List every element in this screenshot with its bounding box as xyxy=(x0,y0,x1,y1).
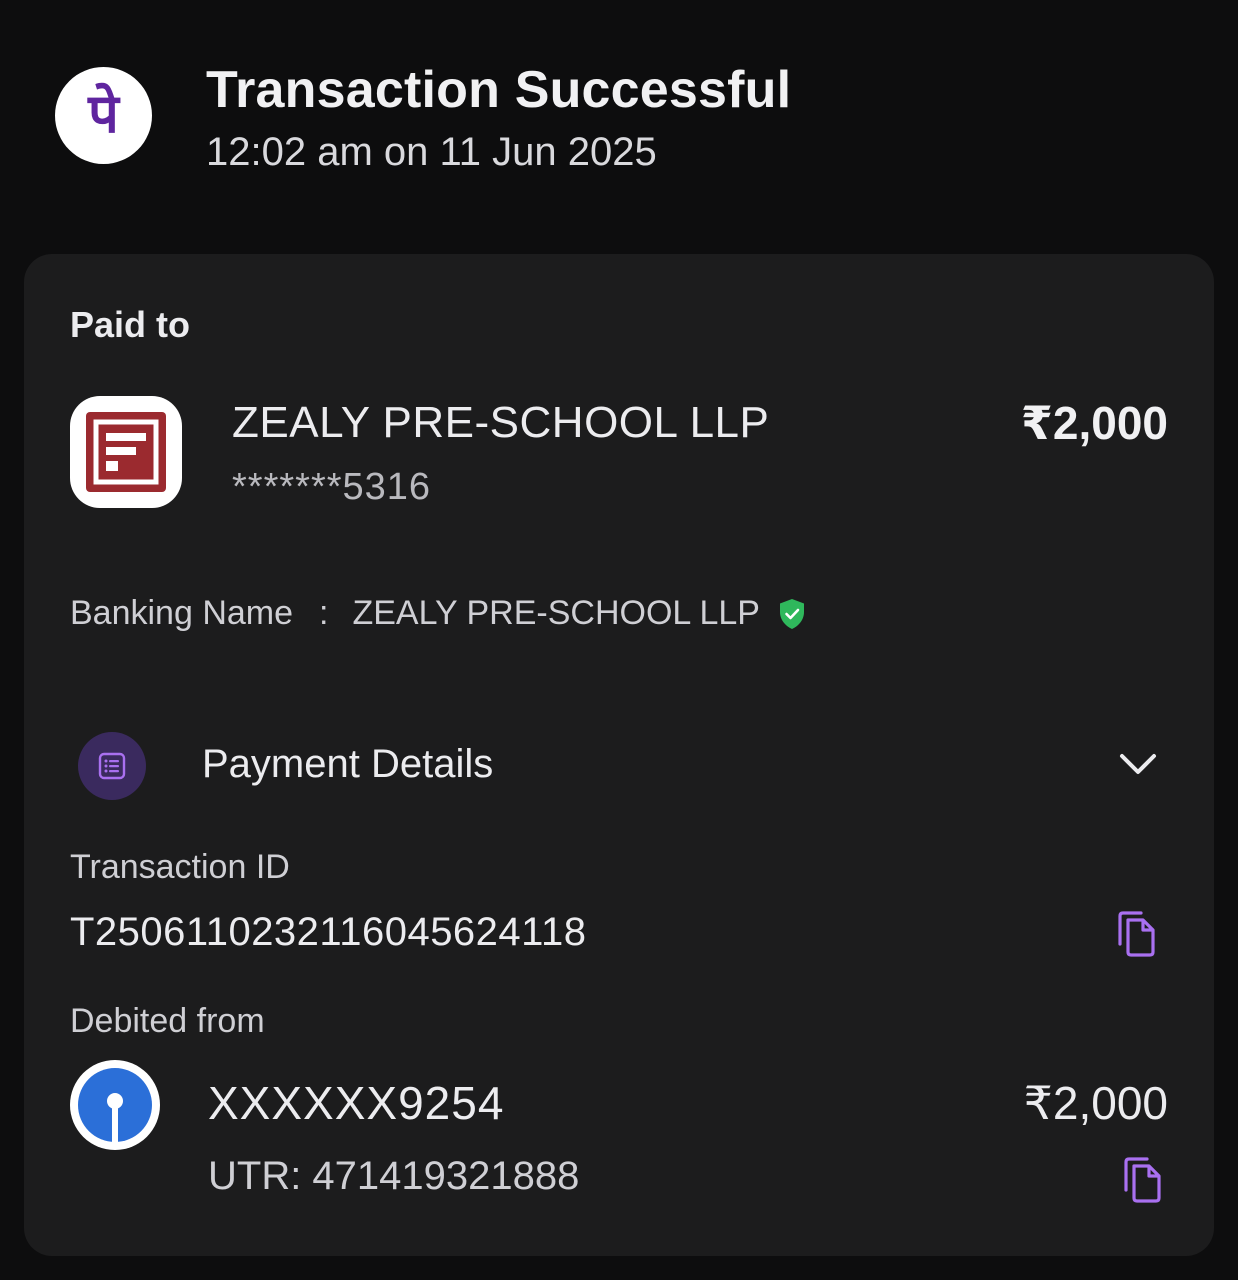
debit-account-number: XXXXXX9254 xyxy=(208,1077,505,1129)
chevron-down-icon[interactable] xyxy=(1118,750,1158,780)
phonepe-logo-glyph: पे xyxy=(88,81,119,145)
transaction-id-value: T2506110232116045624118 xyxy=(70,910,587,954)
banking-name-value: ZEALY PRE-SCHOOL LLP xyxy=(352,594,760,632)
merchant-logo-icon[interactable] xyxy=(70,396,182,508)
paid-to-label: Paid to xyxy=(70,304,191,345)
debited-amount: ₹2,000 xyxy=(1023,1077,1168,1129)
sbi-bank-logo-icon xyxy=(70,1060,160,1150)
phonepe-logo-icon: पे xyxy=(55,67,152,164)
header: पे Transaction Successful 12:02 am on 11… xyxy=(0,0,1238,240)
paid-amount: ₹2,000 xyxy=(1020,397,1168,449)
transaction-card: Paid to ZEALY PRE-SCHOOL LLP *******5316… xyxy=(24,254,1214,1256)
payment-details-toggle[interactable]: Payment Details xyxy=(202,742,493,787)
transaction-receipt-screen: पे Transaction Successful 12:02 am on 11… xyxy=(0,0,1238,1280)
merchant-logo-graphic xyxy=(86,412,166,492)
banking-name-row: Banking Name : ZEALY PRE-SCHOOL LLP xyxy=(70,594,806,633)
utr-number: UTR: 471419321888 xyxy=(208,1154,580,1198)
receipt-list-icon xyxy=(78,732,146,800)
copy-transaction-id-icon[interactable] xyxy=(1114,910,1158,958)
merchant-name[interactable]: ZEALY PRE-SCHOOL LLP xyxy=(232,398,769,448)
status-title: Transaction Successful xyxy=(206,61,792,119)
banking-name-separator: : xyxy=(319,594,329,632)
debited-from-label: Debited from xyxy=(70,1002,265,1040)
merchant-account-number: *******5316 xyxy=(232,466,432,508)
banking-name-label: Banking Name xyxy=(70,594,294,632)
copy-utr-icon[interactable] xyxy=(1120,1156,1164,1204)
transaction-id-label: Transaction ID xyxy=(70,848,290,886)
verified-shield-icon xyxy=(778,598,806,630)
transaction-timestamp: 12:02 am on 11 Jun 2025 xyxy=(206,130,657,174)
